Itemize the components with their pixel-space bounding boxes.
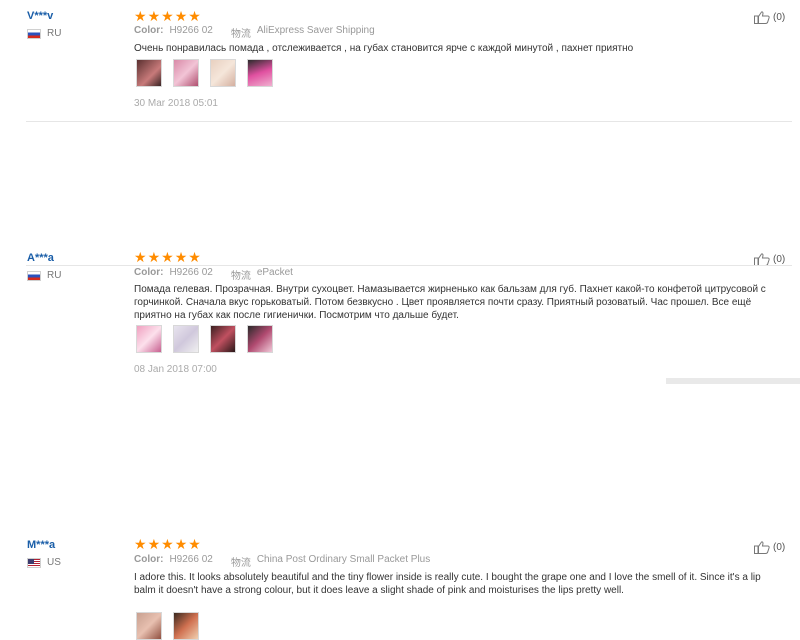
helpful-button[interactable]: (0) [754,11,785,24]
star-icon: ★ [161,536,174,552]
star-icon: ★ [188,536,201,552]
review-date: 30 Mar 2018 05:01 [134,98,218,109]
logistics-label: 物流 [230,558,251,569]
review-photo[interactable] [210,59,236,87]
country-code: US [47,557,61,568]
helpful-count: (0) [773,542,786,553]
country-code: RU [47,28,62,39]
reviewer-country: RU [27,28,61,39]
review-photo[interactable] [136,612,162,640]
star-icon: ★ [188,249,201,265]
review-text: Очень понравилась помада , отслеживается… [134,43,634,54]
star-icon: ★ [161,8,174,24]
star-icon: ★ [174,8,188,24]
star-icon: ★ [147,8,161,24]
russia-flag-icon [27,28,41,39]
star-icon: ★ [147,536,161,552]
color-label: Color: [134,25,164,36]
review-photo[interactable] [247,59,273,87]
star-icon: ★ [188,8,201,24]
star-rating: ★ ★ ★ ★ ★ [134,537,201,551]
review-item: M***a US ★ ★ ★ ★ ★ Color: H9266 02 物流 China … [0,265,800,640]
star-icon: ★ [174,249,188,265]
review-photos [136,59,273,87]
star-icon: ★ [161,249,174,265]
bottom-scroll-strip [666,378,800,384]
color-value: H9266 02 [169,554,213,565]
star-icon: ★ [134,8,147,24]
color-label: Color: [134,554,164,565]
shipping-method: China Post Ordinary Small Packet Plus [256,554,431,565]
logistics-label: 物流 [230,29,251,40]
reviewer-name[interactable]: V***v [27,10,53,22]
thumbs-up-icon[interactable] [754,541,770,554]
star-icon: ★ [134,536,147,552]
star-icon: ★ [174,536,188,552]
review-item: V***v RU ★ ★ ★ ★ ★ Color: H9266 02 物流 AliExp… [0,0,800,122]
review-photo[interactable] [173,59,199,87]
reviewer-name[interactable]: A***a [27,252,54,264]
reviewer-name[interactable]: M***a [27,539,55,551]
star-icon: ★ [134,249,147,265]
helpful-count: (0) [773,12,786,23]
review-photos [136,612,199,640]
star-rating: ★ ★ ★ ★ ★ [134,9,201,23]
shipping-method: AliExpress Saver Shipping [256,25,375,36]
reviewer-country: US [27,557,61,568]
star-icon: ★ [147,249,161,265]
review-photo[interactable] [173,612,199,640]
order-info: Color: H9266 02 物流 China Post Ordinary S… [134,554,430,569]
review-photo[interactable] [136,59,162,87]
star-rating: ★ ★ ★ ★ ★ [134,250,201,264]
helpful-button[interactable]: (0) [754,541,785,554]
order-info: Color: H9266 02 物流 AliExpress Saver Ship… [134,25,375,40]
review-text: I adore this. It looks absolutely beauti… [134,572,761,596]
usa-flag-icon [27,557,41,568]
review-item: A***a RU ★ ★ ★ ★ ★ Color: H9266 02 物流 ePacke… [0,122,800,375]
thumbs-up-icon[interactable] [754,11,770,24]
color-value: H9266 02 [169,25,213,36]
helpful-count: (0) [773,254,786,265]
